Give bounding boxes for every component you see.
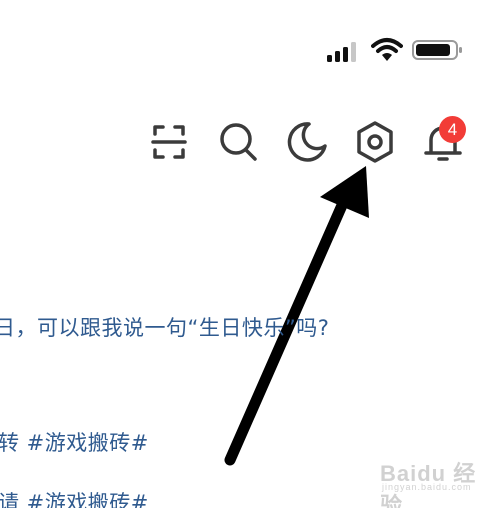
scan-icon[interactable]: [145, 118, 193, 166]
cellular-signal-icon: [327, 40, 361, 62]
feed-post-text[interactable]: 日，可以跟我说一句“生日快乐”吗?: [0, 312, 329, 342]
wifi-icon: [371, 37, 403, 63]
notification-bell-icon[interactable]: 4: [419, 116, 467, 166]
night-mode-icon[interactable]: [283, 118, 331, 166]
baidu-watermark: Baidu 经验 jingyan.baidu.com: [380, 452, 492, 508]
battery-icon: [412, 40, 464, 60]
top-toolbar: 4: [145, 116, 475, 166]
notification-badge: 4: [439, 116, 466, 143]
status-bar: [317, 34, 467, 66]
watermark-url: jingyan.baidu.com: [382, 482, 472, 492]
feed-post-text[interactable]: 转 #游戏搬砖#: [0, 427, 149, 457]
search-icon[interactable]: [215, 118, 263, 166]
settings-icon[interactable]: [351, 118, 399, 166]
feed-post-text[interactable]: 请 #游戏搬砖#: [0, 487, 149, 508]
